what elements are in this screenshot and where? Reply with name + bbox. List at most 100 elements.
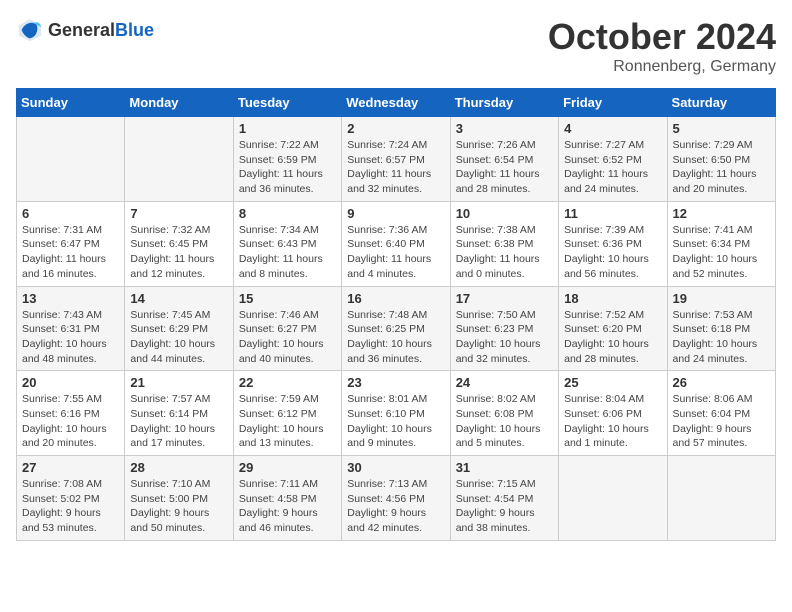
day-content: Sunrise: 7:08 AM Sunset: 5:02 PM Dayligh…: [22, 477, 119, 536]
day-content: Sunrise: 8:06 AM Sunset: 6:04 PM Dayligh…: [673, 392, 770, 451]
day-content: Sunrise: 7:15 AM Sunset: 4:54 PM Dayligh…: [456, 477, 553, 536]
day-content: Sunrise: 7:53 AM Sunset: 6:18 PM Dayligh…: [673, 308, 770, 367]
calendar-cell: 2 Sunrise: 7:24 AM Sunset: 6:57 PM Daylig…: [342, 117, 450, 202]
day-content: Sunrise: 7:26 AM Sunset: 6:54 PM Dayligh…: [456, 138, 553, 197]
calendar-cell: 1 Sunrise: 7:22 AM Sunset: 6:59 PM Daylig…: [233, 117, 341, 202]
day-number: 30: [347, 460, 444, 475]
logo-text-blue: Blue: [115, 20, 154, 40]
day-content: Sunrise: 7:59 AM Sunset: 6:12 PM Dayligh…: [239, 392, 336, 451]
day-content: Sunrise: 7:52 AM Sunset: 6:20 PM Dayligh…: [564, 308, 661, 367]
day-content: Sunrise: 7:31 AM Sunset: 6:47 PM Dayligh…: [22, 223, 119, 282]
day-number: 21: [130, 375, 227, 390]
calendar-cell: 9 Sunrise: 7:36 AM Sunset: 6:40 PM Daylig…: [342, 201, 450, 286]
day-number: 27: [22, 460, 119, 475]
day-number: 11: [564, 206, 661, 221]
calendar-cell: 6 Sunrise: 7:31 AM Sunset: 6:47 PM Daylig…: [17, 201, 125, 286]
day-number: 12: [673, 206, 770, 221]
calendar-cell: 18Sunrise: 7:52 AM Sunset: 6:20 PM Dayli…: [559, 286, 667, 371]
day-number: 14: [130, 291, 227, 306]
day-content: Sunrise: 8:04 AM Sunset: 6:06 PM Dayligh…: [564, 392, 661, 451]
calendar-cell: 30 Sunrise: 7:13 AM Sunset: 4:56 PM Dayli…: [342, 456, 450, 541]
calendar-body: 1 Sunrise: 7:22 AM Sunset: 6:59 PM Daylig…: [17, 117, 776, 541]
day-number: 28: [130, 460, 227, 475]
day-number: 16: [347, 291, 444, 306]
day-header-row: SundayMondayTuesdayWednesdayThursdayFrid…: [17, 89, 776, 117]
calendar-week-row: 13 Sunrise: 7:43 AM Sunset: 6:31 PM Dayli…: [17, 286, 776, 371]
calendar-header: SundayMondayTuesdayWednesdayThursdayFrid…: [17, 89, 776, 117]
calendar-cell: 19 Sunrise: 7:53 AM Sunset: 6:18 PM Dayli…: [667, 286, 775, 371]
calendar-location: Ronnenberg, Germany: [548, 58, 776, 76]
calendar-cell: 21Sunrise: 7:57 AM Sunset: 6:14 PM Dayli…: [125, 371, 233, 456]
day-number: 10: [456, 206, 553, 221]
day-number: 22: [239, 375, 336, 390]
day-of-week-header: Tuesday: [233, 89, 341, 117]
day-number: 19: [673, 291, 770, 306]
day-content: Sunrise: 7:55 AM Sunset: 6:16 PM Dayligh…: [22, 392, 119, 451]
day-of-week-header: Friday: [559, 89, 667, 117]
day-content: Sunrise: 7:11 AM Sunset: 4:58 PM Dayligh…: [239, 477, 336, 536]
calendar-cell: 31 Sunrise: 7:15 AM Sunset: 4:54 PM Dayli…: [450, 456, 558, 541]
day-content: Sunrise: 7:34 AM Sunset: 6:43 PM Dayligh…: [239, 223, 336, 282]
calendar-cell: 24Sunrise: 8:02 AM Sunset: 6:08 PM Dayli…: [450, 371, 558, 456]
day-content: Sunrise: 7:32 AM Sunset: 6:45 PM Dayligh…: [130, 223, 227, 282]
day-number: 13: [22, 291, 119, 306]
day-of-week-header: Sunday: [17, 89, 125, 117]
day-content: Sunrise: 8:01 AM Sunset: 6:10 PM Dayligh…: [347, 392, 444, 451]
day-number: 25: [564, 375, 661, 390]
day-number: 8: [239, 206, 336, 221]
page-header: GeneralBlue October 2024 Ronnenberg, Ger…: [16, 16, 776, 76]
calendar-cell: [125, 117, 233, 202]
title-block: October 2024 Ronnenberg, Germany: [548, 16, 776, 76]
calendar-cell: 20 Sunrise: 7:55 AM Sunset: 6:16 PM Dayli…: [17, 371, 125, 456]
day-content: Sunrise: 7:24 AM Sunset: 6:57 PM Dayligh…: [347, 138, 444, 197]
day-content: Sunrise: 7:13 AM Sunset: 4:56 PM Dayligh…: [347, 477, 444, 536]
day-content: Sunrise: 7:39 AM Sunset: 6:36 PM Dayligh…: [564, 223, 661, 282]
calendar-cell: 23 Sunrise: 8:01 AM Sunset: 6:10 PM Dayli…: [342, 371, 450, 456]
calendar-cell: [17, 117, 125, 202]
day-content: Sunrise: 7:22 AM Sunset: 6:59 PM Dayligh…: [239, 138, 336, 197]
day-number: 9: [347, 206, 444, 221]
day-number: 26: [673, 375, 770, 390]
logo-icon: [16, 16, 44, 44]
day-number: 7: [130, 206, 227, 221]
day-content: Sunrise: 7:36 AM Sunset: 6:40 PM Dayligh…: [347, 223, 444, 282]
calendar-cell: 14 Sunrise: 7:45 AM Sunset: 6:29 PM Dayli…: [125, 286, 233, 371]
calendar-title: October 2024: [548, 16, 776, 58]
day-content: Sunrise: 8:02 AM Sunset: 6:08 PM Dayligh…: [456, 392, 553, 451]
calendar-cell: 7 Sunrise: 7:32 AM Sunset: 6:45 PM Daylig…: [125, 201, 233, 286]
day-number: 4: [564, 121, 661, 136]
day-content: Sunrise: 7:27 AM Sunset: 6:52 PM Dayligh…: [564, 138, 661, 197]
calendar-cell: 27 Sunrise: 7:08 AM Sunset: 5:02 PM Dayli…: [17, 456, 125, 541]
day-content: Sunrise: 7:43 AM Sunset: 6:31 PM Dayligh…: [22, 308, 119, 367]
day-content: Sunrise: 7:46 AM Sunset: 6:27 PM Dayligh…: [239, 308, 336, 367]
day-number: 1: [239, 121, 336, 136]
day-number: 17: [456, 291, 553, 306]
day-content: Sunrise: 7:29 AM Sunset: 6:50 PM Dayligh…: [673, 138, 770, 197]
calendar-cell: 17 Sunrise: 7:50 AM Sunset: 6:23 PM Dayli…: [450, 286, 558, 371]
calendar-week-row: 20 Sunrise: 7:55 AM Sunset: 6:16 PM Dayli…: [17, 371, 776, 456]
calendar-week-row: 6 Sunrise: 7:31 AM Sunset: 6:47 PM Daylig…: [17, 201, 776, 286]
day-content: Sunrise: 7:48 AM Sunset: 6:25 PM Dayligh…: [347, 308, 444, 367]
day-number: 20: [22, 375, 119, 390]
day-number: 31: [456, 460, 553, 475]
day-of-week-header: Thursday: [450, 89, 558, 117]
calendar-cell: 4 Sunrise: 7:27 AM Sunset: 6:52 PM Daylig…: [559, 117, 667, 202]
day-number: 15: [239, 291, 336, 306]
calendar-cell: 8 Sunrise: 7:34 AM Sunset: 6:43 PM Daylig…: [233, 201, 341, 286]
day-content: Sunrise: 7:45 AM Sunset: 6:29 PM Dayligh…: [130, 308, 227, 367]
calendar-cell: 10Sunrise: 7:38 AM Sunset: 6:38 PM Dayli…: [450, 201, 558, 286]
calendar-cell: 29Sunrise: 7:11 AM Sunset: 4:58 PM Dayli…: [233, 456, 341, 541]
calendar-cell: 3Sunrise: 7:26 AM Sunset: 6:54 PM Daylig…: [450, 117, 558, 202]
calendar-week-row: 27 Sunrise: 7:08 AM Sunset: 5:02 PM Dayli…: [17, 456, 776, 541]
day-of-week-header: Monday: [125, 89, 233, 117]
day-content: Sunrise: 7:50 AM Sunset: 6:23 PM Dayligh…: [456, 308, 553, 367]
day-number: 23: [347, 375, 444, 390]
calendar-table: SundayMondayTuesdayWednesdayThursdayFrid…: [16, 88, 776, 541]
calendar-cell: [667, 456, 775, 541]
calendar-cell: 16 Sunrise: 7:48 AM Sunset: 6:25 PM Dayli…: [342, 286, 450, 371]
calendar-cell: 26 Sunrise: 8:06 AM Sunset: 6:04 PM Dayli…: [667, 371, 775, 456]
calendar-week-row: 1 Sunrise: 7:22 AM Sunset: 6:59 PM Daylig…: [17, 117, 776, 202]
calendar-cell: 13 Sunrise: 7:43 AM Sunset: 6:31 PM Dayli…: [17, 286, 125, 371]
day-number: 2: [347, 121, 444, 136]
day-number: 6: [22, 206, 119, 221]
